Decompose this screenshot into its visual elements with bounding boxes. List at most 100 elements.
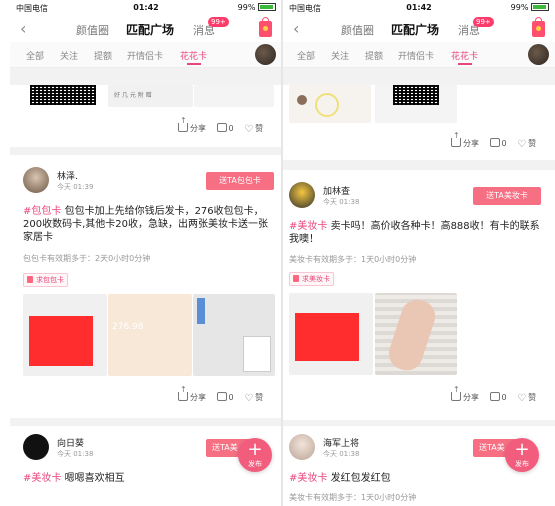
share-button[interactable]: 分享 — [451, 131, 479, 149]
cat-all[interactable]: 全部 — [26, 49, 44, 62]
cat-raise[interactable]: 提额 — [365, 49, 383, 62]
topic-tag[interactable]: #包包卡 — [23, 206, 61, 217]
post-card-partial: 好 几 元 附 赠 分享 0 ♡赞 — [10, 85, 282, 147]
post-text: #美妆卡 发红包发红包 — [289, 473, 391, 484]
request-card-tag[interactable]: 求包包卡 — [23, 273, 68, 287]
comment-button[interactable]: 0 — [489, 392, 507, 402]
author-name[interactable]: 向日葵 — [57, 436, 84, 449]
publish-button[interactable]: + 发布 — [238, 438, 272, 472]
cat-all[interactable]: 全部 — [297, 49, 315, 62]
comment-icon — [216, 123, 227, 132]
avatar[interactable] — [255, 44, 276, 65]
author-name[interactable]: 海军上将 — [323, 436, 359, 449]
message-badge: 99+ — [473, 17, 494, 27]
send-card-button[interactable]: 送TA美妆卡 — [473, 187, 541, 205]
cat-flower-card[interactable]: 花花卡 — [180, 49, 207, 62]
plus-icon: + — [514, 439, 530, 460]
post-text: #美妆卡 嗯嗯喜欢相互 — [23, 473, 125, 484]
publish-button[interactable]: + 发布 — [505, 438, 539, 472]
message-badge: 99+ — [208, 17, 229, 27]
request-card-tag[interactable]: 求美妆卡 — [289, 272, 334, 286]
status-bar: 中国电信 01:42 99% — [10, 0, 282, 16]
post-actions: 分享 0 ♡赞 — [170, 116, 263, 135]
post-time: 今天 01:39 — [57, 183, 94, 191]
share-icon — [178, 116, 188, 132]
post-image[interactable] — [194, 85, 274, 107]
heart-icon: ♡ — [517, 139, 527, 150]
avatar[interactable] — [289, 182, 315, 208]
cat-couple-card[interactable]: 开情侣卡 — [398, 49, 434, 62]
cat-follow[interactable]: 关注 — [331, 49, 349, 62]
qr-code-image — [30, 85, 96, 105]
avatar[interactable] — [528, 44, 549, 65]
cat-flower-card[interactable]: 花花卡 — [451, 49, 478, 62]
post-image[interactable]: 好 几 元 附 赠 — [108, 85, 193, 107]
expire-info: 包包卡有效期多于：2天0小时0分钟 — [23, 254, 151, 263]
author-name[interactable]: 林泽. — [57, 169, 78, 182]
comment-button[interactable]: 0 — [216, 123, 234, 133]
post-image[interactable] — [289, 293, 373, 375]
expire-info: 美妆卡有效期多于：1天0小时0分钟 — [289, 255, 417, 264]
post-card-partial: 分享 0 ♡赞 — [283, 85, 555, 160]
qr-code-image — [393, 85, 439, 105]
post-image[interactable] — [375, 85, 457, 123]
category-bar: 全部 关注 提额 开情侣卡 花花卡 — [10, 42, 282, 68]
right-screen: 中国电信 01:42 99% ‹ 颜值圈 匹配广场 消息 99+ 全部 关注 提… — [283, 0, 555, 506]
back-icon[interactable]: ‹ — [20, 19, 26, 38]
shopping-bag-icon[interactable] — [259, 17, 272, 37]
topic-tag[interactable]: #美妆卡 — [289, 221, 327, 232]
post-image[interactable] — [193, 294, 275, 376]
topic-tag[interactable]: #美妆卡 — [289, 473, 327, 484]
category-bar: 全部 关注 提额 开情侣卡 花花卡 — [283, 42, 555, 68]
battery-icon — [531, 3, 549, 11]
status-bar: 中国电信 01:42 99% — [283, 0, 555, 16]
share-button[interactable]: 分享 — [178, 385, 206, 403]
author-name[interactable]: 加林查 — [323, 184, 350, 197]
post-image[interactable] — [23, 294, 107, 376]
comment-button[interactable]: 0 — [216, 392, 234, 402]
like-button[interactable]: ♡ 赞 — [244, 123, 263, 135]
top-nav: ‹ 颜值圈 匹配广场 消息 99+ — [283, 16, 555, 42]
expire-info: 美妆卡有效期多于：1天0小时0分钟 — [289, 493, 417, 502]
post-card: 加林查 今天 01:38 送TA美妆卡 #美妆卡 卖卡吗！高价收各种卡！高888… — [283, 170, 555, 420]
like-button[interactable]: ♡ 赞 — [244, 392, 263, 404]
tab-beauty-circle[interactable]: 颜值圈 — [76, 22, 109, 38]
send-card-button[interactable]: 送TA包包卡 — [206, 172, 274, 190]
tab-beauty-circle[interactable]: 颜值圈 — [341, 22, 374, 38]
comment-button[interactable]: 0 — [489, 138, 507, 148]
share-icon — [178, 385, 188, 401]
post-actions: 分享 0 ♡赞 — [443, 131, 536, 150]
comment-icon — [489, 392, 500, 401]
battery-percent: 99% — [510, 3, 529, 12]
tab-match-square[interactable]: 匹配广场 — [126, 21, 174, 38]
post-image[interactable] — [375, 293, 457, 375]
shopping-bag-icon[interactable] — [532, 17, 545, 37]
avatar[interactable] — [289, 434, 315, 460]
heart-icon: ♡ — [244, 393, 254, 404]
tab-match-square[interactable]: 匹配广场 — [391, 21, 439, 38]
post-time: 今天 01:38 — [323, 450, 360, 458]
post-image[interactable]: 276.98 — [108, 294, 192, 376]
post-image[interactable] — [289, 85, 371, 123]
comment-icon — [489, 138, 500, 147]
post-time: 今天 01:38 — [323, 198, 360, 206]
post-text: #美妆卡 卖卡吗！高价收各种卡！高888收！有卡的联系我噢！ — [289, 221, 540, 245]
cat-couple-card[interactable]: 开情侣卡 — [127, 49, 163, 62]
cat-raise[interactable]: 提额 — [94, 49, 112, 62]
post-text: #包包卡 包包卡加上先给你钱后发卡，276收包包卡，200收数码卡,其他卡20收… — [23, 206, 268, 243]
battery-percent: 99% — [237, 3, 256, 12]
avatar[interactable] — [23, 434, 49, 460]
heart-icon: ♡ — [517, 393, 527, 404]
topic-tag[interactable]: #美妆卡 — [23, 473, 61, 484]
share-icon — [451, 385, 461, 401]
post-actions: 分享 0 ♡赞 — [170, 385, 263, 404]
avatar[interactable] — [23, 167, 49, 193]
like-button[interactable]: ♡ 赞 — [517, 138, 536, 150]
share-button[interactable]: 分享 — [178, 116, 206, 134]
cat-follow[interactable]: 关注 — [60, 49, 78, 62]
like-button[interactable]: ♡ 赞 — [517, 392, 536, 404]
post-card: 林泽. 今天 01:39 送TA包包卡 #包包卡 包包卡加上先给你钱后发卡，27… — [10, 155, 282, 418]
share-button[interactable]: 分享 — [451, 385, 479, 403]
back-icon[interactable]: ‹ — [293, 19, 299, 38]
battery-icon — [258, 3, 276, 11]
